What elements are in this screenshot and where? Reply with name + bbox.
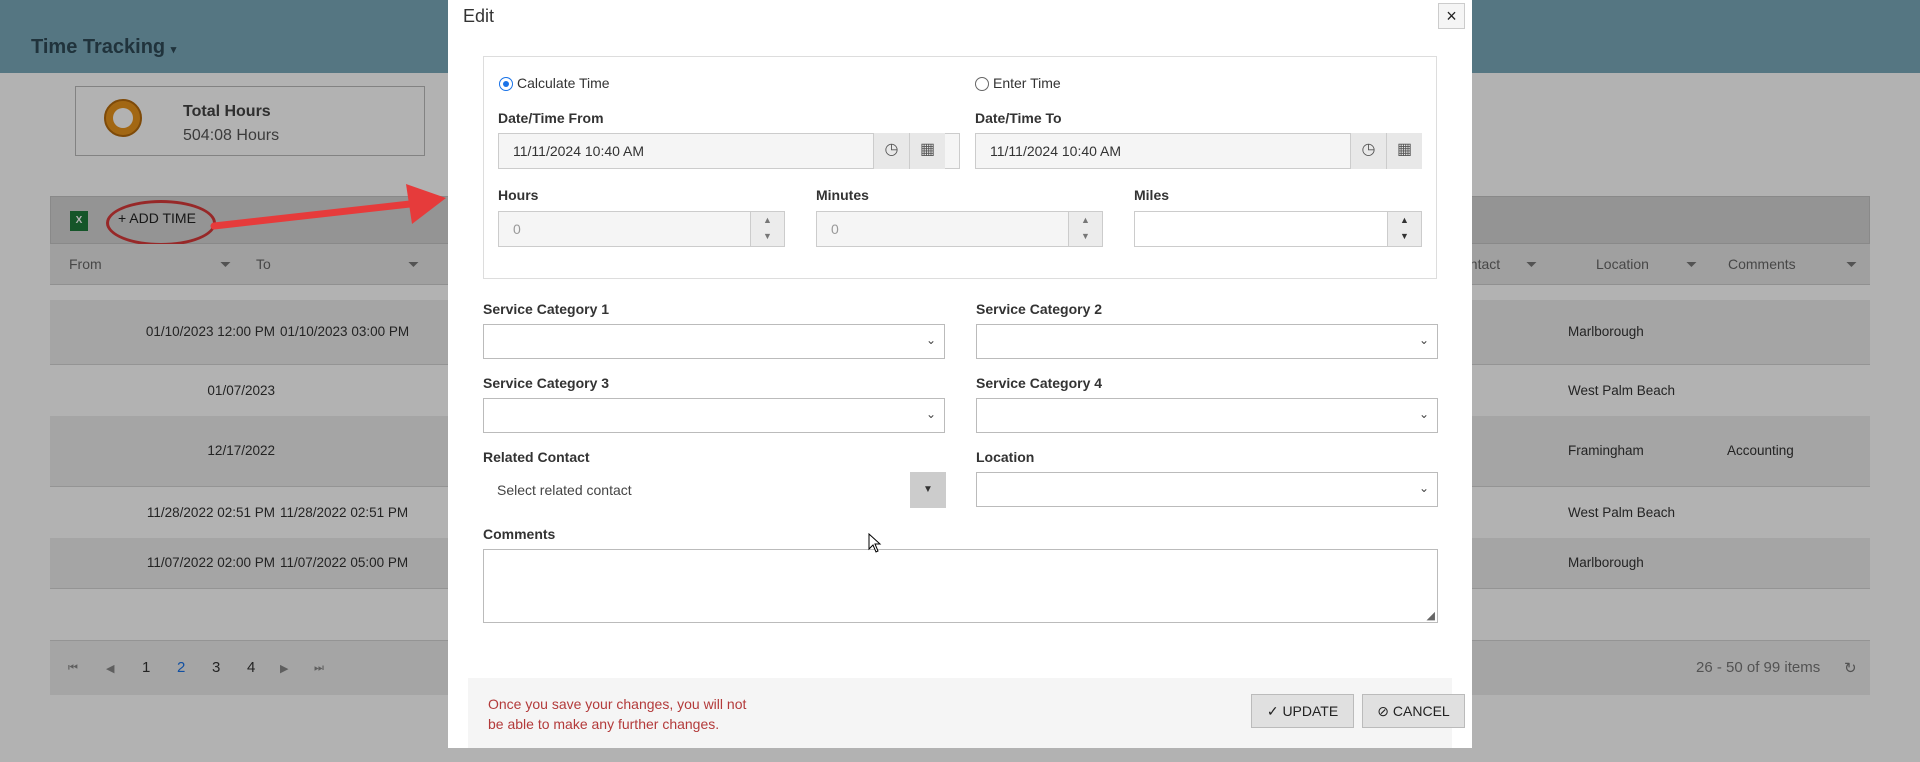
to-datetime-input[interactable]: 11/11/2024 10:40 AM ◷ ▦: [975, 133, 1422, 169]
chevron-down-icon: ⌄: [1418, 333, 1429, 347]
time-fieldset: Calculate Time Enter Time Date/Time From…: [483, 56, 1437, 279]
service-category-2-label: Service Category 2: [976, 301, 1103, 317]
minutes-value: 0: [831, 221, 839, 237]
close-button[interactable]: ×: [1438, 3, 1465, 29]
miles-input[interactable]: ▲ ▼: [1134, 211, 1422, 247]
from-value: 11/11/2024 10:40 AM: [513, 143, 645, 159]
service-category-1-label: Service Category 1: [483, 301, 610, 317]
clock-icon[interactable]: ◷: [873, 133, 909, 169]
close-icon: ×: [1446, 6, 1457, 26]
location-label: Location: [976, 449, 1035, 465]
calculate-time-label[interactable]: Calculate Time: [517, 75, 610, 91]
minutes-spinner[interactable]: ▲ ▼: [1068, 212, 1102, 246]
related-contact-placeholder: Select related contact: [497, 482, 632, 498]
service-category-3-label: Service Category 3: [483, 375, 610, 391]
service-category-1-select[interactable]: ⌄: [483, 324, 945, 359]
service-category-4-label: Service Category 4: [976, 375, 1103, 391]
chevron-down-icon: ⌄: [1418, 407, 1429, 421]
enter-time-radio[interactable]: [975, 77, 989, 91]
service-category-3-select[interactable]: ⌄: [483, 398, 945, 433]
to-label: Date/Time To: [975, 110, 1062, 126]
comments-label: Comments: [483, 526, 556, 542]
ban-icon: ⊘: [1377, 703, 1390, 719]
service-category-2-select[interactable]: ⌄: [976, 324, 1438, 359]
from-datetime-input[interactable]: 11/11/2024 10:40 AM ◷ ▦: [498, 133, 960, 169]
related-contact-label: Related Contact: [483, 449, 590, 465]
chevron-down-icon: ⌄: [925, 333, 936, 347]
location-select[interactable]: ⌄: [976, 472, 1438, 507]
hours-value: 0: [513, 221, 521, 237]
minutes-input[interactable]: 0 ▲ ▼: [816, 211, 1103, 247]
dialog-title: Edit: [463, 6, 495, 26]
resize-handle-icon[interactable]: ◢: [1427, 609, 1435, 622]
hours-label: Hours: [498, 187, 539, 203]
service-category-4-select[interactable]: ⌄: [976, 398, 1438, 433]
miles-spinner[interactable]: ▲ ▼: [1387, 212, 1421, 246]
related-contact-combobox[interactable]: Select related contact ▼: [483, 472, 946, 508]
hours-spinner[interactable]: ▲ ▼: [750, 212, 784, 246]
calendar-icon[interactable]: ▦: [909, 133, 945, 169]
update-button[interactable]: ✓ UPDATE: [1251, 694, 1354, 728]
cancel-button[interactable]: ⊘ CANCEL: [1362, 694, 1465, 728]
chevron-down-icon: ⌄: [1418, 481, 1429, 495]
hours-input[interactable]: 0 ▲ ▼: [498, 211, 785, 247]
minutes-label: Minutes: [816, 187, 869, 203]
warning-line-1: Once you save your changes, you will not: [488, 696, 747, 712]
calendar-icon[interactable]: ▦: [1386, 133, 1422, 169]
dialog-footer: Once you save your changes, you will not…: [468, 678, 1465, 748]
edit-dialog: Edit × Calculate Time Enter Time Date/Ti…: [448, 0, 1472, 748]
mouse-pointer-icon: [868, 533, 882, 553]
to-value: 11/11/2024 10:40 AM: [990, 143, 1122, 159]
annotation-arrow: [210, 184, 446, 230]
miles-label: Miles: [1134, 187, 1170, 203]
comments-textarea[interactable]: ◢: [483, 549, 1438, 623]
calculate-time-radio[interactable]: [499, 77, 513, 91]
caret-down-icon[interactable]: ▼: [910, 472, 946, 508]
check-icon: ✓: [1266, 703, 1279, 719]
from-label: Date/Time From: [498, 110, 604, 126]
warning-line-2: be able to make any further changes.: [488, 716, 720, 732]
chevron-down-icon: ⌄: [925, 407, 936, 421]
clock-icon[interactable]: ◷: [1350, 133, 1386, 169]
enter-time-label[interactable]: Enter Time: [993, 75, 1061, 91]
